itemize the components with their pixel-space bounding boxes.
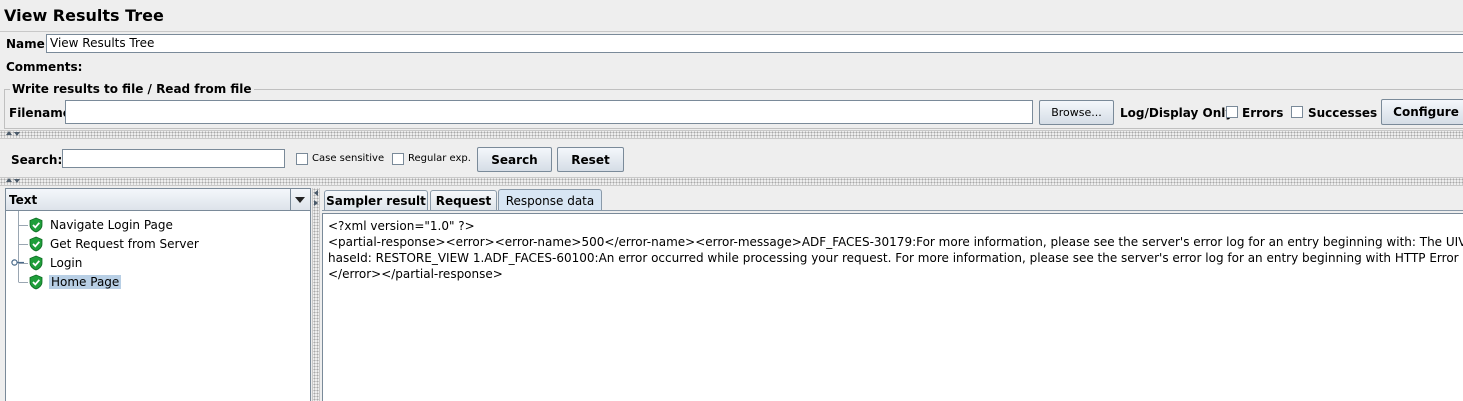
name-label: Name: — [6, 37, 50, 51]
success-shield-icon — [29, 217, 43, 232]
response-line: <?xml version="1.0" ?> — [328, 219, 475, 233]
renderer-select-value: Text — [9, 193, 38, 207]
comments-label: Comments: — [6, 60, 83, 74]
filename-input[interactable] — [65, 100, 1033, 124]
browse-button[interactable]: Browse... — [1039, 100, 1114, 125]
search-button[interactable]: Search — [477, 147, 552, 172]
file-group-legend: Write results to file / Read from file — [10, 82, 254, 96]
name-input[interactable]: View Results Tree — [46, 34, 1463, 53]
tab-sampler-result[interactable]: Sampler result — [324, 190, 428, 211]
case-sensitive-checkbox[interactable] — [296, 153, 308, 165]
response-data-panel[interactable]: <?xml version="1.0" ?> <partial-response… — [322, 213, 1463, 401]
tree-item-label: Login — [50, 255, 83, 270]
reset-button[interactable]: Reset — [557, 147, 624, 172]
expand-handle-icon[interactable] — [11, 258, 25, 267]
chevron-down-icon — [295, 197, 305, 203]
configure-button[interactable]: Configure — [1381, 99, 1463, 125]
errors-label: Errors — [1242, 106, 1284, 120]
comments-input[interactable] — [76, 57, 1463, 75]
success-shield-icon — [29, 274, 43, 289]
successes-checkbox[interactable] — [1291, 106, 1303, 118]
split-divider-top[interactable] — [0, 130, 1463, 139]
regex-label: Regular exp. — [408, 153, 471, 164]
renderer-select[interactable]: Text — [6, 189, 310, 211]
collapse-up-icon[interactable] — [6, 131, 12, 135]
renderer-dropdown-button[interactable] — [290, 189, 310, 210]
collapse-up-icon[interactable] — [6, 178, 12, 182]
tab-response-data[interactable]: Response data — [498, 189, 602, 211]
regex-checkbox[interactable] — [392, 153, 404, 165]
tree-item[interactable]: Navigate Login Page — [6, 215, 310, 234]
tree-panel: Text Navigate Login Page Get Request fro… — [5, 188, 311, 401]
response-line: haseId: RESTORE_VIEW 1.ADF_FACES-60100:A… — [328, 251, 1463, 265]
tab-strip-baseline — [322, 210, 1463, 211]
success-shield-icon — [29, 236, 43, 251]
collapse-right-icon[interactable] — [314, 200, 318, 206]
search-input[interactable] — [62, 149, 285, 168]
tree-item-label-selected: Home Page — [49, 274, 122, 289]
response-text[interactable]: <?xml version="1.0" ?> <partial-response… — [328, 218, 1463, 282]
tree-item-label: Get Request from Server — [50, 236, 199, 251]
title-separator — [0, 31, 1463, 32]
split-divider-middle[interactable] — [0, 177, 1463, 186]
panel-title: View Results Tree — [4, 6, 164, 25]
tree-item-label: Navigate Login Page — [50, 217, 173, 232]
collapse-down-icon[interactable] — [14, 132, 20, 136]
log-display-label: Log/Display Only: — [1120, 106, 1238, 120]
errors-checkbox[interactable] — [1226, 106, 1238, 118]
tree-item[interactable]: Home Page — [6, 272, 310, 291]
tree-item[interactable]: Get Request from Server — [6, 234, 310, 253]
tree-item[interactable]: Login — [6, 253, 310, 272]
split-divider-vertical[interactable] — [312, 188, 320, 401]
response-line: <partial-response><error><error-name>500… — [328, 235, 1463, 249]
successes-label: Successes — [1308, 106, 1378, 120]
results-tree: Navigate Login Page Get Request from Ser… — [6, 215, 310, 291]
search-label: Search: — [11, 153, 63, 167]
success-shield-icon — [29, 255, 43, 270]
filename-label: Filename — [9, 106, 71, 120]
response-line: </error></partial-response> — [328, 267, 503, 281]
collapse-down-icon[interactable] — [14, 179, 20, 183]
case-sensitive-label: Case sensitive — [312, 153, 385, 164]
collapse-left-icon[interactable] — [314, 190, 318, 196]
tab-request[interactable]: Request — [430, 190, 497, 211]
